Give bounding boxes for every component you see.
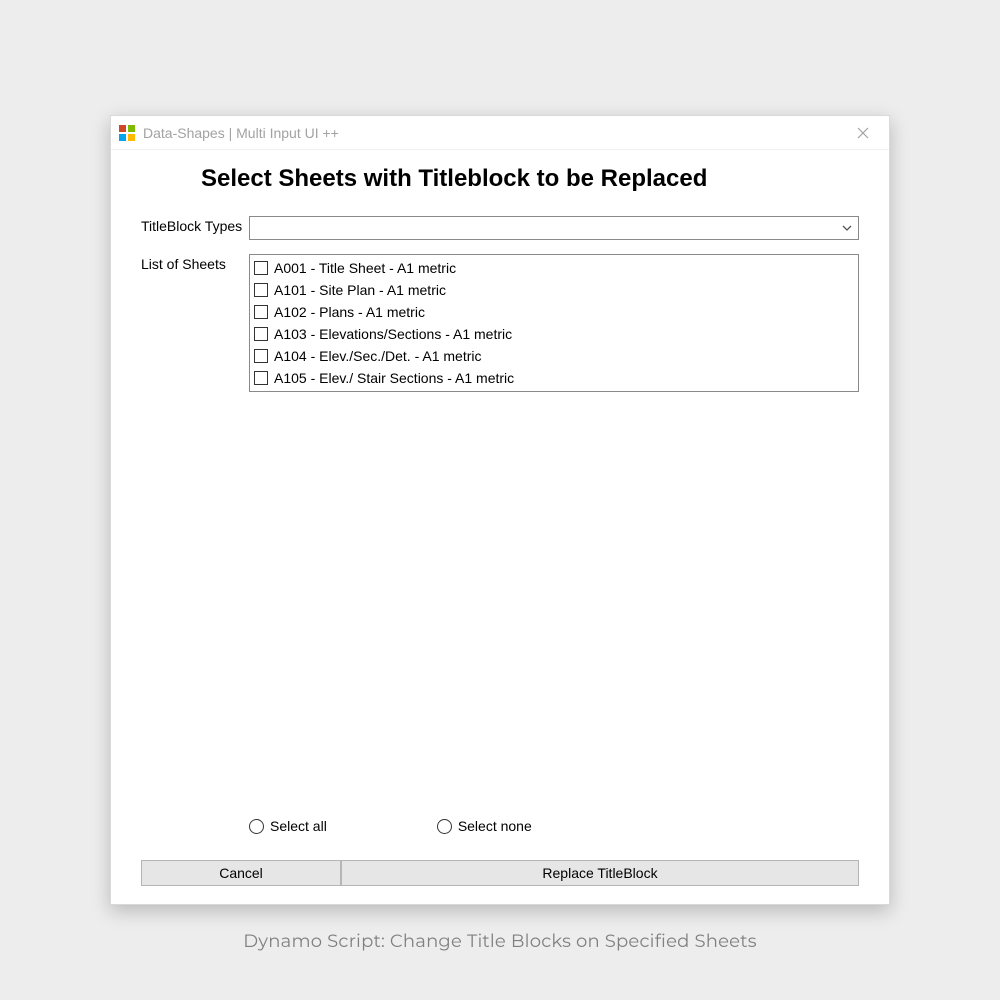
button-row: Cancel Replace TitleBlock [141, 860, 859, 886]
dialog-heading: Select Sheets with Titleblock to be Repl… [141, 164, 859, 194]
list-item-label: A001 - Title Sheet - A1 metric [274, 260, 456, 276]
list-item-label: A104 - Elev./Sec./Det. - A1 metric [274, 348, 481, 364]
window-title: Data-Shapes | Multi Input UI ++ [143, 125, 843, 141]
checkbox-icon[interactable] [254, 305, 268, 319]
titleblock-types-row: TitleBlock Types [141, 216, 859, 240]
list-item[interactable]: A103 - Elevations/Sections - A1 metric [254, 323, 854, 345]
sheets-list-label: List of Sheets [141, 254, 249, 272]
checkbox-icon[interactable] [254, 371, 268, 385]
sheets-row: List of Sheets A001 - Title Sheet - A1 m… [141, 254, 859, 798]
list-item[interactable]: A105 - Elev./ Stair Sections - A1 metric [254, 367, 854, 389]
replace-titleblock-button-label: Replace TitleBlock [542, 865, 657, 881]
cancel-button-label: Cancel [219, 865, 263, 881]
cancel-button[interactable]: Cancel [141, 860, 341, 886]
select-none-radio[interactable]: Select none [437, 818, 532, 834]
checkbox-icon[interactable] [254, 349, 268, 363]
close-button[interactable] [843, 116, 883, 149]
select-none-label: Select none [458, 818, 532, 834]
select-all-radio[interactable]: Select all [249, 818, 327, 834]
dialog-window: Data-Shapes | Multi Input UI ++ Select S… [110, 115, 890, 905]
radio-icon [249, 819, 264, 834]
list-item-label: A105 - Elev./ Stair Sections - A1 metric [274, 370, 514, 386]
list-item-label: A103 - Elevations/Sections - A1 metric [274, 326, 512, 342]
list-item-label: A101 - Site Plan - A1 metric [274, 282, 446, 298]
list-item[interactable]: A101 - Site Plan - A1 metric [254, 279, 854, 301]
list-item[interactable]: A104 - Elev./Sec./Det. - A1 metric [254, 345, 854, 367]
select-all-label: Select all [270, 818, 327, 834]
close-icon [857, 127, 869, 139]
list-item[interactable]: A102 - Plans - A1 metric [254, 301, 854, 323]
titleblock-types-label: TitleBlock Types [141, 216, 249, 234]
list-item[interactable]: A001 - Title Sheet - A1 metric [254, 257, 854, 279]
dialog-content: Select Sheets with Titleblock to be Repl… [111, 150, 889, 904]
titlebar: Data-Shapes | Multi Input UI ++ [111, 116, 889, 150]
selection-radio-row: Select all Select none [141, 818, 859, 834]
list-item-label: A102 - Plans - A1 metric [274, 304, 425, 320]
checkbox-icon[interactable] [254, 283, 268, 297]
checkbox-icon[interactable] [254, 327, 268, 341]
app-icon [119, 125, 135, 141]
radio-icon [437, 819, 452, 834]
sheets-listbox[interactable]: A001 - Title Sheet - A1 metric A101 - Sit… [249, 254, 859, 392]
checkbox-icon[interactable] [254, 261, 268, 275]
chevron-down-icon [842, 223, 852, 233]
titleblock-types-dropdown[interactable] [249, 216, 859, 240]
replace-titleblock-button[interactable]: Replace TitleBlock [341, 860, 859, 886]
page-caption: Dynamo Script: Change Title Blocks on Sp… [0, 930, 1000, 952]
